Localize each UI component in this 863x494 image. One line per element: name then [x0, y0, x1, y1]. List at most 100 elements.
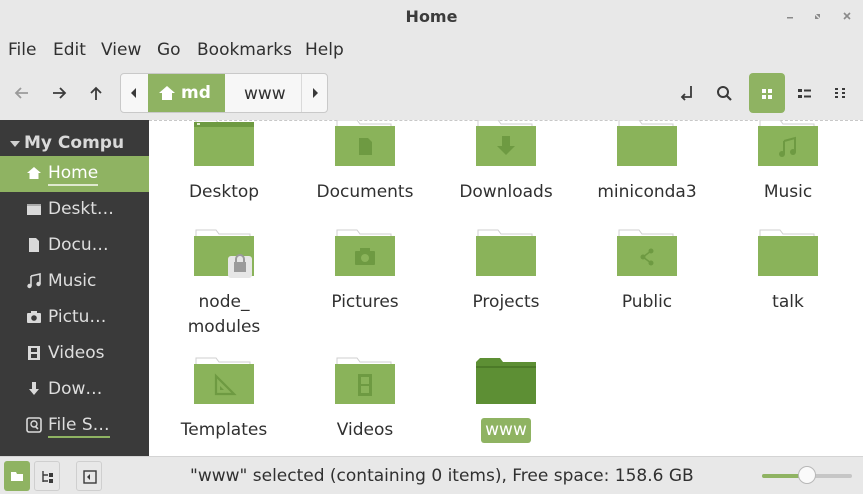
sidebar-item-label: Deskt… [48, 199, 114, 219]
sidebar-item-documents[interactable]: Docu… [0, 228, 149, 264]
open-terminal-button[interactable] [669, 73, 705, 113]
menu-help[interactable]: Help [305, 40, 344, 60]
compact-view-button[interactable] [823, 73, 859, 113]
search-button[interactable] [707, 73, 743, 113]
sidebar-item-home[interactable]: Home [0, 156, 149, 192]
sidebar-item-label: Pictu… [48, 307, 107, 327]
folder-icon [192, 356, 256, 412]
menu-go[interactable]: Go [157, 40, 181, 60]
minimize-button[interactable] [782, 8, 798, 24]
sidebar-item-music[interactable]: Music [0, 264, 149, 300]
menu-file[interactable]: File [8, 40, 36, 60]
breadcrumb-md[interactable]: md [148, 74, 225, 112]
icon-view-button[interactable] [749, 73, 785, 113]
triangle-left-icon [131, 88, 136, 98]
file-item-videos[interactable]: Videos [300, 356, 430, 443]
folder-open-icon: undefined [474, 356, 538, 412]
file-name: node_ [198, 292, 250, 312]
status-text: "www" selected (containing 0 items), Fre… [190, 466, 694, 486]
sidebar-section-my-computer[interactable]: My Compu [0, 126, 149, 158]
list-view-icon [798, 89, 811, 98]
up-button[interactable] [83, 80, 109, 106]
sidebar-item-label: Music [48, 271, 97, 291]
music-icon [26, 273, 42, 289]
title-bar: Home [0, 0, 863, 34]
file-item-public[interactable]: Public [582, 228, 712, 315]
file-item-desktop[interactable]: Desktop [159, 120, 289, 205]
file-name: miniconda3 [597, 182, 697, 202]
close-button[interactable] [839, 8, 855, 24]
file-item-pictures[interactable]: Pictures [300, 228, 430, 315]
file-item-www[interactable]: undefined www [441, 356, 571, 443]
folder-icon [615, 228, 679, 284]
file-item-nodemodules[interactable]: node_modules [159, 228, 289, 340]
path-scroll-left-button[interactable] [121, 74, 147, 112]
compact-view-icon [835, 88, 845, 98]
sidebar-item-videos[interactable]: Videos [0, 336, 149, 372]
sidebar-item-label: Videos [48, 343, 105, 363]
sidebar-item-label: Docu… [48, 235, 109, 255]
path-scroll-right-button[interactable] [301, 74, 327, 112]
show-places-button[interactable] [4, 461, 30, 491]
tree-icon [42, 471, 53, 483]
menu-edit[interactable]: Edit [53, 40, 86, 60]
close-icon [843, 12, 851, 20]
download-icon [26, 381, 42, 397]
zoom-slider-handle[interactable] [798, 466, 816, 484]
status-bar: "www" selected (containing 0 items), Fre… [0, 456, 863, 494]
file-name: Projects [472, 292, 540, 312]
camera-icon [26, 309, 42, 325]
folder-icon [756, 120, 820, 174]
forward-button[interactable] [46, 80, 72, 106]
file-item-miniconda3[interactable]: miniconda3 [582, 120, 712, 205]
folder-icon [615, 120, 679, 174]
filesystem-icon [26, 417, 42, 433]
show-treeview-button[interactable] [34, 461, 60, 491]
file-name: Templates [180, 420, 268, 440]
back-button[interactable] [9, 80, 35, 106]
list-view-button[interactable] [786, 73, 822, 113]
file-item-projects[interactable]: Projects [441, 228, 571, 315]
file-item-talk[interactable]: talk [723, 228, 853, 315]
hide-sidebar-button[interactable] [76, 461, 102, 491]
sidebar: My Compu Home Deskt… Docu… Music Pictu… … [0, 120, 149, 456]
chevron-down-icon [10, 141, 20, 147]
sidebar-item-downloads[interactable]: Dow… [0, 372, 149, 408]
sidebar-item-desktop[interactable]: Deskt… [0, 192, 149, 228]
menu-bar: File Edit View Go Bookmarks Help [0, 34, 863, 66]
maximize-icon [815, 14, 820, 19]
sidebar-item-pictures[interactable]: Pictu… [0, 300, 149, 336]
breadcrumb-www[interactable]: www [226, 74, 301, 112]
triangle-right-icon [313, 88, 318, 98]
file-item-downloads[interactable]: Downloads [441, 120, 571, 205]
file-name: Downloads [459, 182, 553, 202]
sidebar-item-label: Dow… [48, 379, 103, 399]
window-title: Home [405, 7, 458, 26]
menu-bookmarks[interactable]: Bookmarks [197, 40, 292, 60]
sidebar-collapse-icon [83, 470, 97, 484]
path-bar: md www [120, 73, 328, 113]
maximize-button[interactable] [810, 8, 826, 24]
file-name: Pictures [331, 292, 399, 312]
sidebar-header-label: My Compu [24, 133, 125, 153]
file-item-documents[interactable]: Documents [300, 120, 430, 205]
breadcrumb-label: www [244, 84, 286, 104]
sidebar-item-label: Home [48, 163, 99, 186]
arrow-up-icon [90, 86, 102, 100]
file-name: www [481, 418, 531, 443]
file-item-templates[interactable]: Templates [159, 356, 289, 443]
menu-view[interactable]: View [101, 40, 141, 60]
arrow-left-icon [14, 87, 28, 99]
toolbar: md www [0, 66, 863, 120]
file-name: Videos [336, 420, 394, 440]
file-name: Desktop [188, 182, 260, 202]
file-name-line2: modules [187, 317, 261, 337]
file-item-music[interactable]: Music [723, 120, 853, 205]
sidebar-item-label: File S… [48, 415, 110, 438]
file-name: Documents [316, 182, 414, 202]
home-icon [159, 86, 175, 100]
sidebar-item-file-system[interactable]: File S… [0, 408, 149, 444]
arrow-right-icon [53, 87, 67, 99]
folder-icon [192, 228, 256, 284]
folder-icon [192, 120, 256, 174]
